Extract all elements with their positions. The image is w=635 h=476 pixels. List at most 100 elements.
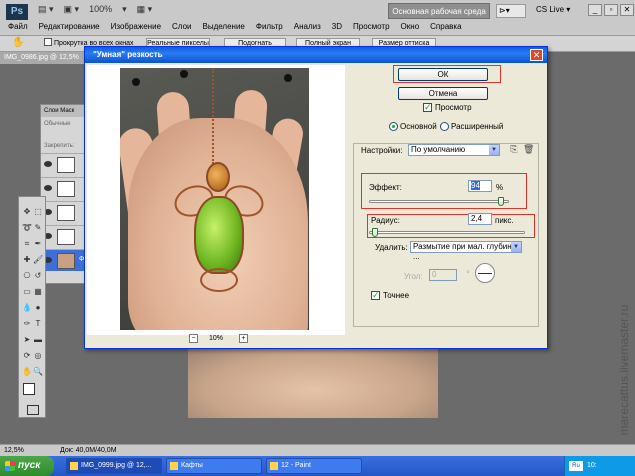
healing-tool-icon[interactable]: ✚ — [22, 255, 32, 265]
settings-select[interactable]: По умолчанию ▼ — [408, 144, 500, 156]
eraser-tool-icon[interactable]: ▭ — [22, 287, 32, 297]
menu-filter[interactable]: Фильтр — [256, 22, 283, 31]
radio-dot-icon — [389, 122, 398, 131]
marquee-tool-icon[interactable]: ⬚ — [33, 207, 43, 217]
visibility-eye-icon[interactable] — [44, 161, 52, 167]
quick-select-tool-icon[interactable]: ✎ — [33, 223, 43, 233]
more-accurate-check-icon — [371, 290, 380, 301]
menu-3d[interactable]: 3D — [332, 22, 342, 31]
menu-view[interactable]: Просмотр — [353, 22, 390, 31]
zoom-tool-icon[interactable]: 🔍 — [33, 367, 43, 377]
taskbar-item-folder[interactable]: Кафты — [166, 458, 262, 474]
zoom-level[interactable]: 100% — [89, 4, 112, 15]
main-menu: Файл Редактирование Изображение Слои Выд… — [8, 22, 462, 31]
search-button[interactable]: ⊳▾ — [496, 4, 526, 18]
advanced-radio[interactable]: Расширенный — [440, 122, 503, 131]
foreground-color-swatch[interactable] — [23, 383, 35, 395]
brush-tool-icon[interactable]: 🖌 — [33, 255, 43, 265]
language-indicator[interactable]: Ru — [569, 461, 583, 471]
menu-layers[interactable]: Слои — [172, 22, 191, 31]
radius-value: 2,4 — [471, 214, 483, 223]
preview-image[interactable] — [120, 68, 309, 330]
smart-sharpen-dialog: "Умная" резкость ✕ − 10% + ОК Отмена Про… — [84, 46, 548, 349]
workspace-button[interactable]: Основная рабочая среда — [388, 3, 490, 19]
settings-label: Настройки: — [361, 146, 403, 155]
angle-input[interactable]: 0 — [429, 269, 457, 281]
watermark: marecattus.livemaster.ru — [613, 296, 635, 444]
photoshop-logo: Ps — [6, 4, 28, 20]
type-tool-icon[interactable]: T — [33, 319, 43, 329]
menu-analysis[interactable]: Анализ — [294, 22, 321, 31]
layers-tabs[interactable]: Слои Маск — [41, 105, 89, 117]
status-zoom: 12,5% — [4, 447, 24, 454]
eyedropper-tool-icon[interactable]: ✒ — [33, 239, 43, 249]
visibility-eye-icon[interactable] — [44, 185, 52, 191]
zoom-in-button[interactable]: + — [239, 334, 248, 343]
effect-unit: % — [496, 183, 504, 192]
chevron-down-icon: ▼ — [489, 145, 499, 155]
zoom-dropdown-icon[interactable]: ▾ — [122, 4, 127, 15]
radius-slider-thumb[interactable] — [371, 228, 378, 237]
lasso-tool-icon[interactable]: ➰ — [22, 223, 32, 233]
start-button[interactable]: пуск — [0, 456, 54, 476]
3d-camera-tool-icon[interactable]: ◎ — [33, 351, 43, 361]
dodge-tool-icon[interactable]: ● — [33, 303, 43, 313]
hand-tool-icon[interactable]: ✋ — [22, 367, 32, 377]
history-brush-tool-icon[interactable]: ↺ — [33, 271, 43, 281]
blur-tool-icon[interactable]: 💧 — [22, 303, 32, 313]
crop-tool-icon[interactable]: ⌗ — [22, 239, 32, 249]
radius-slider-track[interactable] — [369, 231, 525, 234]
hand-tool-icon[interactable]: ✋ — [12, 37, 24, 48]
lock-label: Закрепить: — [44, 143, 75, 149]
mini-bridge-icon[interactable]: ▣ ▾ — [64, 4, 80, 15]
restore-icon[interactable]: ▫ — [604, 4, 618, 16]
bead — [132, 78, 140, 86]
blend-mode-select[interactable]: Обычные — [44, 121, 71, 127]
3d-rotate-tool-icon[interactable]: ⟳ — [22, 351, 32, 361]
pen-tool-icon[interactable]: ✑ — [22, 319, 32, 329]
stamp-tool-icon[interactable]: ⎔ — [22, 271, 32, 281]
save-settings-icon[interactable]: ⎘ — [509, 144, 519, 154]
bridge-icon[interactable]: ▤ ▾ — [38, 4, 54, 15]
basic-radio[interactable]: Основной — [389, 122, 437, 131]
document-tab[interactable]: IMG_0986.jpg @ 12,5% — [0, 52, 90, 64]
arrange-docs-icon[interactable]: ▦ ▾ — [137, 4, 153, 15]
preview-zoom-controls: − 10% + — [189, 334, 249, 344]
menu-window[interactable]: Окно — [401, 22, 420, 31]
menu-image[interactable]: Изображение — [111, 22, 161, 31]
minimize-icon[interactable]: _ — [588, 4, 602, 16]
menu-select[interactable]: Выделение — [202, 22, 244, 31]
cancel-button[interactable]: Отмена — [398, 87, 488, 100]
remove-select[interactable]: Размытие при мал. глубине ... ▼ — [410, 241, 522, 261]
move-tool-icon[interactable]: ✥ — [22, 207, 32, 217]
shape-tool-icon[interactable]: ▬ — [33, 335, 43, 345]
path-select-tool-icon[interactable]: ➤ — [22, 335, 32, 345]
effect-input[interactable]: 94 — [468, 180, 492, 192]
close-app-icon[interactable]: ✕ — [620, 4, 634, 16]
angle-dial[interactable] — [475, 263, 495, 283]
cs-live-button[interactable]: CS Live ▾ — [536, 5, 570, 14]
radius-input[interactable]: 2,4 — [468, 213, 492, 225]
ok-button[interactable]: ОК — [398, 68, 488, 81]
pendant-chain — [212, 68, 216, 164]
gradient-tool-icon[interactable]: ▦ — [33, 287, 43, 297]
menu-edit[interactable]: Редактирование — [39, 22, 100, 31]
preview-checkbox[interactable]: Просмотр — [423, 102, 472, 113]
taskbar-item-photoshop[interactable]: IMG_0999.jpg @ 12,... — [66, 458, 162, 474]
zoom-out-button[interactable]: − — [189, 334, 198, 343]
trash-icon[interactable]: 🗑 — [523, 144, 534, 154]
effect-slider-track[interactable] — [369, 200, 509, 203]
menu-help[interactable]: Справка — [430, 22, 461, 31]
chevron-down-icon: ▼ — [511, 242, 521, 252]
layers-panel: Слои Маск Обычные Закрепить: Ф — [40, 104, 91, 284]
watermark-text: marecattus.livemaster.ru — [617, 304, 631, 436]
more-accurate-checkbox[interactable]: Точнее — [371, 290, 409, 301]
bead — [180, 70, 188, 78]
amber-bead — [206, 162, 230, 192]
dialog-close-button[interactable]: ✕ — [530, 49, 543, 61]
effect-slider-thumb[interactable] — [497, 197, 504, 206]
taskbar-item-paint[interactable]: 12 - Paint — [266, 458, 362, 474]
basic-radio-label: Основной — [400, 122, 437, 131]
quick-mask-icon[interactable] — [27, 405, 39, 415]
menu-file[interactable]: Файл — [8, 22, 28, 31]
